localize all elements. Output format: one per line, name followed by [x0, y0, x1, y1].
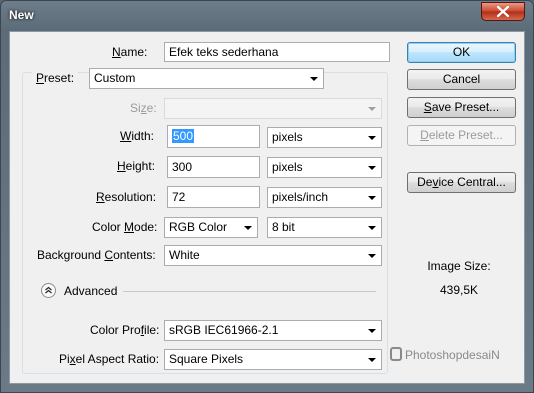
chevron-down-icon [368, 136, 376, 140]
device-central-button[interactable]: Device Central... [407, 172, 516, 193]
chevron-down-icon [368, 166, 376, 170]
bit-depth-select[interactable]: 8 bit [267, 217, 382, 238]
delete-preset-button[interactable]: Delete Preset... [407, 125, 516, 146]
width-input[interactable]: 500 [167, 125, 260, 148]
cancel-button[interactable]: Cancel [407, 69, 516, 90]
preset-value: Custom [94, 71, 136, 85]
color-profile-label: Color Profile: [90, 323, 160, 337]
chevron-down-icon [368, 358, 376, 362]
color-profile-value: sRGB IEC61966-2.1 [169, 323, 279, 337]
dialog-window: New Name: Efek teks sederhana Preset: Cu… [0, 0, 534, 393]
resolution-label: Resolution: [96, 190, 157, 204]
pixel-aspect-ratio-value: Square Pixels [169, 352, 244, 366]
chevron-down-icon [310, 77, 318, 81]
color-mode-select[interactable]: RGB Color [164, 217, 258, 238]
background-contents-label: Background Contents: [37, 248, 156, 262]
close-button[interactable] [481, 2, 525, 21]
bit-depth-value: 8 bit [272, 220, 295, 234]
watermark: PhotoshopdesaiN [390, 347, 500, 362]
width-unit-value: pixels [272, 130, 303, 144]
dialog-client: Name: Efek teks sederhana Preset: Custom… [9, 31, 525, 384]
ok-button[interactable]: OK [407, 42, 516, 63]
preset-select[interactable]: Custom [89, 68, 324, 89]
chevron-down-icon [368, 196, 376, 200]
background-contents-value: White [169, 248, 200, 262]
width-unit-select[interactable]: pixels [267, 127, 382, 148]
name-label: Name: [112, 45, 148, 59]
color-mode-value: RGB Color [169, 220, 228, 234]
chevron-down-icon [368, 254, 376, 258]
resolution-unit-value: pixels/inch [272, 190, 329, 204]
height-label: Height: [117, 159, 156, 173]
height-unit-select[interactable]: pixels [267, 157, 382, 178]
width-label: Width: [120, 129, 155, 143]
preset-label: Preset: [32, 68, 79, 88]
size-select[interactable] [164, 98, 382, 119]
chevron-up-icon [45, 286, 52, 294]
close-icon [497, 6, 509, 17]
window-title: New [9, 8, 34, 22]
image-size-label: Image Size: [427, 259, 491, 273]
height-unit-value: pixels [272, 160, 303, 174]
chevron-down-icon [244, 226, 252, 230]
advanced-divider [123, 291, 376, 292]
height-input[interactable]: 300 [167, 156, 260, 178]
width-value: 500 [172, 129, 195, 143]
chevron-down-icon [368, 226, 376, 230]
chevron-down-icon [368, 107, 376, 111]
size-label: Size: [130, 101, 157, 115]
image-size-value: 439,5K [439, 283, 479, 297]
advanced-label[interactable]: Advanced [64, 281, 117, 301]
advanced-toggle[interactable] [41, 283, 56, 298]
background-contents-select[interactable]: White [164, 245, 382, 266]
save-preset-button[interactable]: Save Preset... [407, 97, 516, 118]
pixel-aspect-ratio-label: Pixel Aspect Ratio: [59, 352, 160, 366]
watermark-logo-icon [390, 347, 402, 361]
watermark-text: PhotoshopdesaiN [405, 348, 500, 362]
name-input[interactable]: Efek teks sederhana [164, 42, 390, 62]
resolution-unit-select[interactable]: pixels/inch [267, 187, 382, 208]
pixel-aspect-ratio-select[interactable]: Square Pixels [164, 349, 382, 370]
color-mode-label: Color Mode: [92, 220, 158, 234]
title-bar[interactable]: New [1, 1, 533, 29]
resolution-input[interactable]: 72 [167, 186, 260, 208]
chevron-down-icon [368, 329, 376, 333]
color-profile-select[interactable]: sRGB IEC61966-2.1 [164, 320, 382, 341]
